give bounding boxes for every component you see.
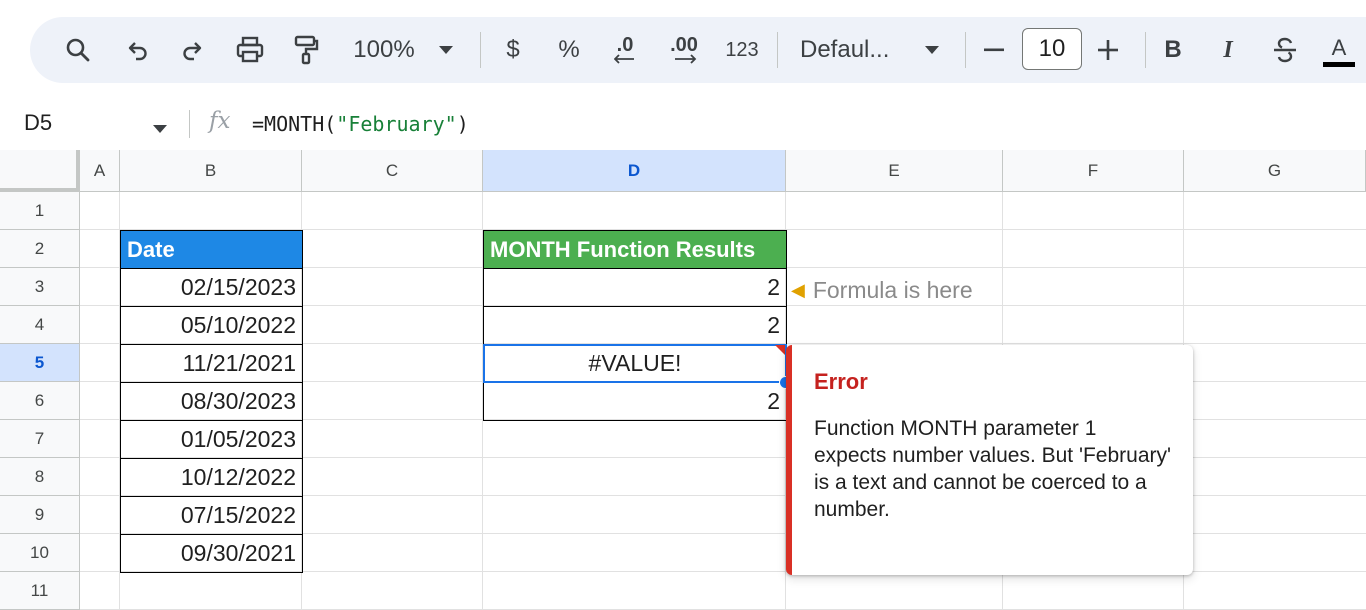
row-header-8[interactable]: 8 xyxy=(0,458,80,496)
result-cell[interactable]: 2 xyxy=(483,382,787,421)
date-cell[interactable]: 01/05/2023 xyxy=(120,420,303,459)
result-cell[interactable]: 2 xyxy=(483,306,787,345)
paint-format-icon[interactable] xyxy=(288,17,324,83)
arrow-right-icon xyxy=(675,54,697,64)
fx-icon: fx xyxy=(209,108,231,134)
font-dropdown-icon[interactable] xyxy=(922,17,942,83)
column-header-g[interactable]: G xyxy=(1184,150,1366,192)
date-cell[interactable]: 07/15/2022 xyxy=(120,496,303,535)
row-header-2[interactable]: 2 xyxy=(0,230,80,268)
row-header-6[interactable]: 6 xyxy=(0,382,80,420)
date-cell[interactable]: 09/30/2021 xyxy=(120,534,303,573)
row-header-10[interactable]: 10 xyxy=(0,534,80,572)
formula-bar-divider xyxy=(189,110,190,138)
text-color-button[interactable]: A xyxy=(1322,17,1356,83)
toolbar-divider xyxy=(777,32,778,68)
increase-font-size-icon[interactable] xyxy=(1094,17,1122,83)
column-header-d[interactable]: D xyxy=(483,150,786,192)
name-box-dropdown-icon[interactable] xyxy=(153,120,167,138)
date-cell[interactable]: 08/30/2023 xyxy=(120,382,303,421)
toolbar-divider xyxy=(965,32,966,68)
currency-format-button[interactable]: $ xyxy=(500,17,526,83)
increase-decimal-label: .00 xyxy=(670,34,698,56)
toolbar-divider xyxy=(1145,32,1146,68)
date-cell[interactable]: 11/21/2021 xyxy=(120,344,303,383)
percent-format-button[interactable]: % xyxy=(556,17,582,83)
date-cell[interactable]: 10/12/2022 xyxy=(120,458,303,497)
column-header-f[interactable]: F xyxy=(1003,150,1184,192)
row-header-11[interactable]: 11 xyxy=(0,572,80,610)
toolbar-pill: 100% $ % .0 .00 123 Defaul... 10 B I A xyxy=(30,17,1366,83)
font-select[interactable]: Defaul... xyxy=(800,17,906,83)
error-tooltip: Error Function MONTH parameter 1 expects… xyxy=(786,345,1193,575)
increase-decimal-button[interactable]: .00 xyxy=(662,17,706,83)
decrease-decimal-button[interactable]: .0 xyxy=(605,17,645,83)
results-column-header[interactable]: MONTH Function Results xyxy=(483,230,787,269)
date-column-header[interactable]: Date xyxy=(120,230,303,269)
decrease-decimal-label: .0 xyxy=(616,34,634,56)
bold-button[interactable]: B xyxy=(1160,17,1186,83)
column-header-e[interactable]: E xyxy=(786,150,1003,192)
column-header-b[interactable]: B xyxy=(120,150,302,192)
select-all-corner[interactable] xyxy=(0,150,80,192)
formula-prefix: =MONTH( xyxy=(252,112,337,136)
row-header-1[interactable]: 1 xyxy=(0,192,80,230)
error-indicator-icon[interactable] xyxy=(775,345,785,355)
arrow-left-icon xyxy=(614,54,634,64)
more-formats-button[interactable]: 123 xyxy=(720,17,764,83)
toolbar: 100% $ % .0 .00 123 Defaul... 10 B I A xyxy=(0,0,1366,98)
formula-string-arg: "February" xyxy=(336,112,457,136)
decrease-font-size-icon[interactable] xyxy=(980,17,1008,83)
date-cell[interactable]: 05/10/2022 xyxy=(120,306,303,345)
date-cell[interactable]: 02/15/2023 xyxy=(120,268,303,307)
strikethrough-icon[interactable] xyxy=(1270,17,1300,83)
row-header-5[interactable]: 5 xyxy=(0,344,80,382)
formula-suffix: ) xyxy=(456,112,469,136)
formula-note: ◀ Formula is here xyxy=(791,275,973,305)
row-header-9[interactable]: 9 xyxy=(0,496,80,534)
text-color-label: A xyxy=(1331,35,1347,60)
redo-icon[interactable] xyxy=(174,17,210,83)
zoom-dropdown-icon[interactable] xyxy=(436,17,456,83)
formula-bar: D5 fx =MONTH("February") xyxy=(0,98,1366,150)
toolbar-divider xyxy=(480,32,481,68)
italic-button[interactable]: I xyxy=(1215,17,1241,83)
error-title: Error xyxy=(814,369,868,394)
pointing-hand-icon: ◀ xyxy=(791,279,805,300)
row-header-7[interactable]: 7 xyxy=(0,420,80,458)
column-header-c[interactable]: C xyxy=(302,150,483,192)
formula-input[interactable]: =MONTH("February") xyxy=(252,112,469,136)
row-header-3[interactable]: 3 xyxy=(0,268,80,306)
active-cell-outline xyxy=(483,344,787,383)
row-header-4[interactable]: 4 xyxy=(0,306,80,344)
undo-icon[interactable] xyxy=(120,17,156,83)
print-icon[interactable] xyxy=(230,17,270,83)
name-box[interactable]: D5 xyxy=(24,110,52,136)
error-message: Function MONTH parameter 1 expects numbe… xyxy=(814,417,1172,521)
text-color-swatch xyxy=(1323,62,1355,67)
search-icon[interactable] xyxy=(60,17,96,83)
result-cell[interactable]: 2 xyxy=(483,268,787,307)
zoom-value[interactable]: 100% xyxy=(348,17,420,83)
font-size-input[interactable]: 10 xyxy=(1022,28,1082,70)
column-header-a[interactable]: A xyxy=(80,150,120,192)
formula-note-text: Formula is here xyxy=(812,276,973,303)
